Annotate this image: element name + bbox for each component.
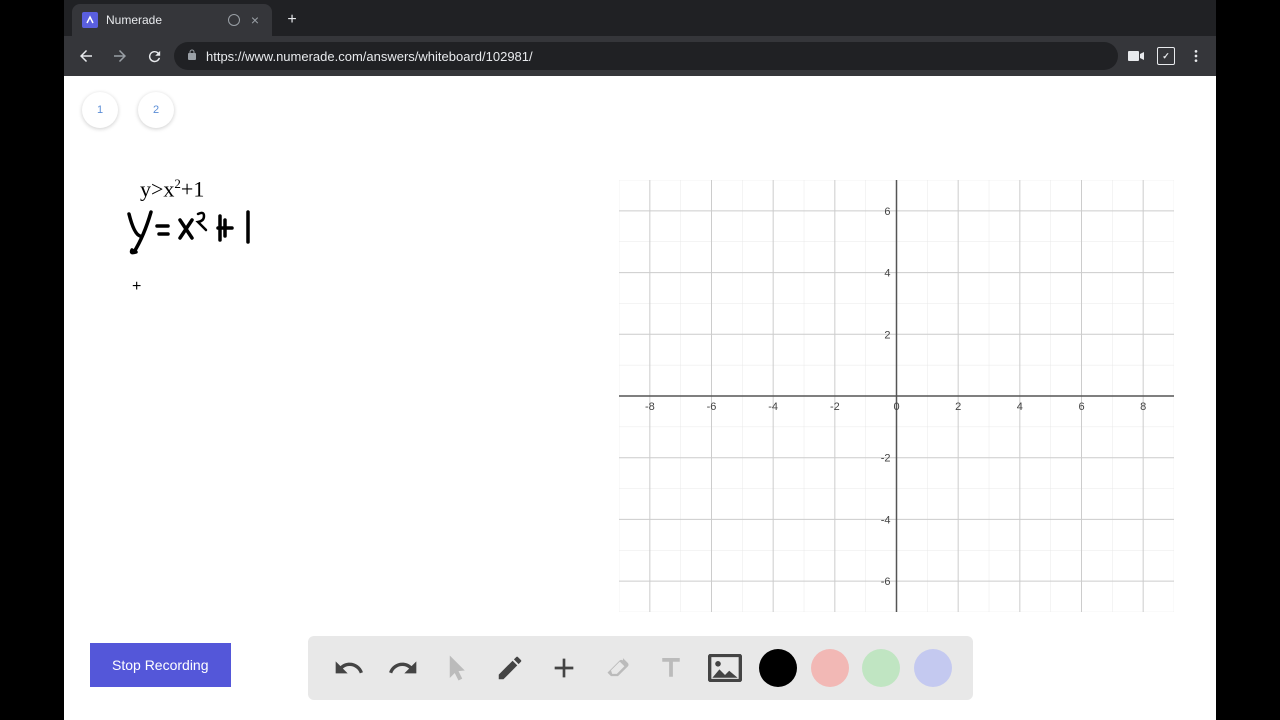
handwritten-equation xyxy=(124,206,284,261)
svg-text:4: 4 xyxy=(1017,401,1023,413)
menu-icon[interactable] xyxy=(1184,44,1208,68)
pointer-tool[interactable] xyxy=(436,648,476,688)
back-button[interactable] xyxy=(72,42,100,70)
svg-text:-4: -4 xyxy=(768,401,778,413)
whiteboard-content: 1 2 y>x2+1 + -8 -6 -4 -2 0 2 4 6 8 -6 -4 -2 2 4 6 Stop… xyxy=(64,76,1216,720)
eraser-tool[interactable] xyxy=(598,648,638,688)
svg-text:2: 2 xyxy=(955,401,961,413)
svg-text:-2: -2 xyxy=(830,401,840,413)
clipboard-extension-icon[interactable]: ✓ xyxy=(1154,44,1178,68)
tab-title: Numerade xyxy=(106,13,220,27)
browser-tab[interactable]: Numerade × xyxy=(72,4,272,36)
audio-indicator-icon[interactable] xyxy=(228,14,240,26)
plus-tool[interactable] xyxy=(544,648,584,688)
tab-bar: Numerade × + xyxy=(64,0,1216,36)
svg-text:4: 4 xyxy=(884,268,890,280)
typed-inequality: y>x2+1 xyxy=(140,176,204,202)
address-bar: https://www.numerade.com/answers/whitebo… xyxy=(64,36,1216,76)
undo-button[interactable] xyxy=(329,648,369,688)
reload-button[interactable] xyxy=(140,42,168,70)
new-tab-button[interactable]: + xyxy=(278,6,306,34)
url-text: https://www.numerade.com/answers/whitebo… xyxy=(206,49,533,64)
redo-button[interactable] xyxy=(383,648,423,688)
text-tool[interactable] xyxy=(651,648,691,688)
svg-text:-8: -8 xyxy=(645,401,655,413)
svg-text:8: 8 xyxy=(1140,401,1146,413)
page-button-1[interactable]: 1 xyxy=(82,92,118,128)
video-extension-icon[interactable] xyxy=(1124,44,1148,68)
drawing-toolbar xyxy=(308,636,973,700)
image-tool[interactable] xyxy=(705,648,745,688)
stop-recording-button[interactable]: Stop Recording xyxy=(90,643,231,687)
favicon xyxy=(82,12,98,28)
page-button-2[interactable]: 2 xyxy=(138,92,174,128)
close-tab-icon[interactable]: × xyxy=(248,13,262,27)
url-input[interactable]: https://www.numerade.com/answers/whitebo… xyxy=(174,42,1118,70)
svg-text:0: 0 xyxy=(893,401,899,413)
color-black[interactable] xyxy=(759,649,797,687)
coordinate-graph[interactable]: -8 -6 -4 -2 0 2 4 6 8 -6 -4 -2 2 4 6 xyxy=(619,180,1174,612)
svg-text:-4: -4 xyxy=(881,514,891,526)
svg-text:6: 6 xyxy=(884,206,890,218)
color-red[interactable] xyxy=(811,649,849,687)
svg-text:-6: -6 xyxy=(707,401,717,413)
forward-button[interactable] xyxy=(106,42,134,70)
svg-text:6: 6 xyxy=(1078,401,1084,413)
color-blue[interactable] xyxy=(914,649,952,687)
lock-icon xyxy=(186,49,198,64)
svg-text:-6: -6 xyxy=(881,576,891,588)
pencil-tool[interactable] xyxy=(490,648,530,688)
color-green[interactable] xyxy=(862,649,900,687)
browser-window: Numerade × + https://www.numerade.com/an… xyxy=(64,0,1216,720)
svg-text:-2: -2 xyxy=(881,453,891,465)
svg-text:2: 2 xyxy=(884,329,890,341)
cursor-crosshair-icon: + xyxy=(132,278,141,296)
